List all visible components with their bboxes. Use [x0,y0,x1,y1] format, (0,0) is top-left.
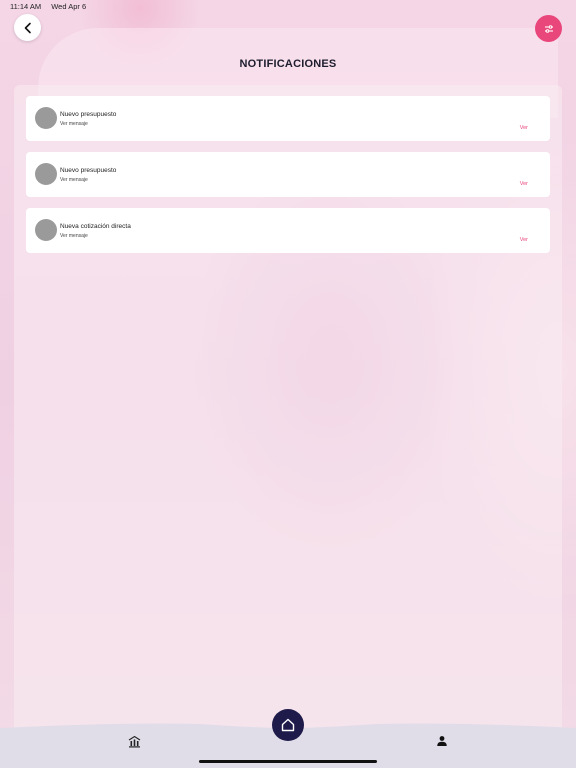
home-icon [281,718,295,732]
home-indicator [199,760,377,763]
home-button[interactable] [272,709,304,741]
view-button[interactable]: Ver [520,181,528,187]
notification-title: Nuevo presupuesto [60,111,117,118]
page-title: NOTIFICACIONES [239,58,337,70]
sliders-icon [544,24,553,33]
view-button[interactable]: Ver [520,125,528,131]
stats-icon[interactable] [126,733,142,749]
view-message-link[interactable]: Ver mensaje [60,233,88,239]
notification-card[interactable]: Nuevo presupuesto Ver mensaje Ver [26,152,550,197]
avatar [35,163,57,185]
status-time: 11:14 AM [10,2,42,11]
notification-title: Nueva cotización directa [60,223,131,230]
user-icon[interactable] [434,733,450,749]
avatar [35,219,57,241]
view-message-link[interactable]: Ver mensaje [60,121,88,127]
notification-card[interactable]: Nueva cotización directa Ver mensaje Ver [26,208,550,253]
status-bar: 11:14 AM Wed Apr 6 [10,2,94,11]
avatar [35,107,57,129]
back-button[interactable] [14,14,41,41]
view-message-link[interactable]: Ver mensaje [60,177,88,183]
notification-card[interactable]: Nuevo presupuesto Ver mensaje Ver [26,96,550,141]
chevron-left-icon [24,22,31,33]
notification-title: Nuevo presupuesto [60,167,117,174]
view-button[interactable]: Ver [520,237,528,243]
status-date: Wed Apr 6 [51,2,87,11]
filter-button[interactable] [535,15,562,42]
